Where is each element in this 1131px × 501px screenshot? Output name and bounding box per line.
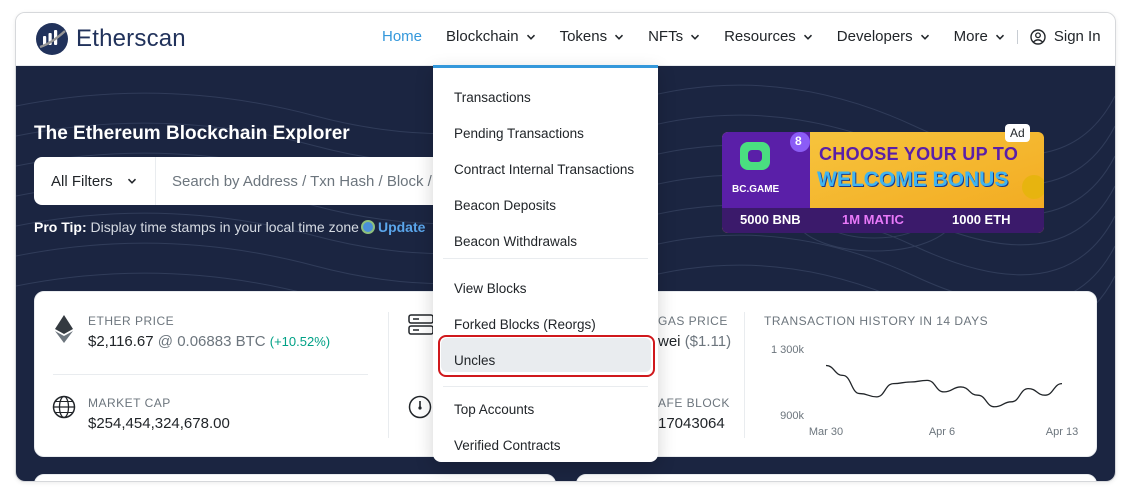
menu-item-forked-blocks-reorgs[interactable]: Forked Blocks (Reorgs): [454, 317, 596, 332]
nav-blockchain-label: Blockchain: [446, 28, 519, 45]
ethereum-icon: [55, 315, 73, 343]
chevron-down-icon: [526, 34, 535, 40]
menu-item-view-blocks[interactable]: View Blocks: [454, 281, 527, 296]
top-navbar: Etherscan Home Blockchain Tokens NFTs Re…: [16, 13, 1115, 66]
nav-nfts[interactable]: NFTs: [648, 28, 700, 45]
filter-select[interactable]: All Filters: [34, 157, 156, 205]
globe-icon: [52, 395, 76, 419]
nav-resources[interactable]: Resources: [724, 28, 813, 45]
filter-select-label: All Filters: [51, 172, 113, 190]
safe-block-label: AFE BLOCK: [658, 396, 730, 410]
nav-home-label: Home: [382, 28, 423, 45]
ad-count: 8: [795, 134, 802, 148]
menu-separator: [443, 258, 648, 259]
sign-in-label: Sign In: [1053, 28, 1101, 45]
ad-banner[interactable]: 8 BC.GAME CHOOSE YOUR UP TO WELCOME BONU…: [722, 132, 1044, 233]
gas-price-label: GAS PRICE: [658, 314, 728, 328]
chevron-down-icon: [803, 34, 812, 40]
ad-brand: BC.GAME: [732, 184, 780, 195]
nav-developers-label: Developers: [836, 28, 913, 45]
ad-badge: Ad: [1005, 124, 1030, 142]
ether-price-value-row: $2,116.67 @ 0.06883 BTC (+10.52%): [88, 333, 330, 350]
speedometer-icon: [408, 395, 432, 419]
menu-separator: [443, 386, 648, 387]
y-tick-label: 1 300k: [771, 344, 805, 356]
divider: [388, 312, 389, 438]
divider: [744, 312, 745, 438]
ether-price-change: (+10.52%): [269, 334, 331, 349]
ad-headline-2: WELCOME BONUS: [817, 168, 1009, 191]
pro-tip-label: Pro Tip:: [34, 219, 87, 235]
menu-item-top-accounts[interactable]: Top Accounts: [454, 402, 534, 417]
search-input[interactable]: [156, 172, 436, 190]
safe-block-stat: AFE BLOCK 17043064: [658, 396, 730, 432]
browser-frame: Etherscan Home Blockchain Tokens NFTs Re…: [15, 12, 1116, 482]
hero-title: The Ethereum Blockchain Explorer: [34, 123, 350, 144]
menu-item-contract-internal-transactions[interactable]: Contract Internal Transactions: [454, 162, 634, 177]
menu-item-pending-transactions[interactable]: Pending Transactions: [454, 126, 584, 141]
x-tick-label: Apr 6: [929, 426, 955, 438]
market-cap-value: $254,454,324,678.00: [88, 415, 230, 432]
nav-developers[interactable]: Developers: [837, 28, 930, 45]
ether-price-value: $2,116.67: [88, 333, 154, 350]
brand-name: Etherscan: [76, 25, 186, 52]
nav-home[interactable]: Home: [382, 28, 422, 45]
nav-separator: [1016, 29, 1018, 44]
y-tick-label: 900k: [780, 410, 804, 422]
menu-item-beacon-deposits[interactable]: Beacon Deposits: [454, 198, 556, 213]
transaction-history-chart: 1 300k 900k Mar 30 Apr 6 Apr 13: [771, 344, 1078, 438]
etherscan-logo-icon: [36, 23, 68, 55]
menu-item-transactions[interactable]: Transactions: [454, 90, 531, 105]
search-bar: All Filters: [34, 157, 454, 205]
x-tick-label: Mar 30: [809, 426, 843, 438]
nav-blockchain[interactable]: Blockchain: [446, 28, 536, 45]
nav-nfts-label: NFTs: [648, 28, 684, 45]
nav-resources-label: Resources: [724, 28, 796, 45]
nav-more-label: More: [953, 28, 988, 45]
divider: [53, 374, 368, 375]
ether-btc-value: @ 0.06883 BTC: [157, 333, 266, 350]
nav-tokens[interactable]: Tokens: [560, 28, 625, 45]
ad-offer-1: 5000 BNB: [740, 212, 801, 227]
chevron-down-icon: [615, 34, 624, 40]
blockchain-dropdown-menu: Transactions Pending Transactions Contract…: [433, 65, 658, 462]
pro-tip: Pro Tip: Display time stamps in your loc…: [34, 219, 425, 235]
main-nav: Home Blockchain Tokens NFTs Resources De…: [382, 28, 1101, 45]
menu-item-uncles[interactable]: Uncles: [454, 353, 495, 368]
series-line: [825, 364, 1063, 408]
chevron-down-icon: [691, 34, 700, 40]
x-tick-label: Apr 13: [1046, 426, 1078, 438]
gas-price-stat: GAS PRICE wei ($1.11): [658, 314, 731, 350]
safe-block-value: 17043064: [658, 415, 725, 432]
menu-item-verified-contracts[interactable]: Verified Contracts: [454, 438, 561, 453]
gas-price-value-row: wei ($1.11): [658, 333, 731, 350]
chevron-down-icon: [920, 34, 929, 40]
ad-offer-3: 1000 ETH: [952, 212, 1011, 227]
sign-in-link[interactable]: Sign In: [1030, 28, 1101, 45]
ether-price-label: ETHER PRICE: [88, 314, 175, 328]
ad-headline-1: CHOOSE YOUR UP TO: [819, 144, 1019, 164]
latest-transactions-card: [576, 474, 1097, 481]
pro-tip-text: Display time stamps in your local time z…: [90, 219, 359, 235]
chevron-down-icon: [127, 178, 136, 184]
etherscan-logo[interactable]: Etherscan: [34, 21, 186, 57]
globe-icon: [360, 220, 375, 234]
market-cap-stat: MARKET CAP $254,454,324,678.00: [88, 396, 230, 432]
gas-price-usd: ($1.11): [684, 333, 732, 350]
server-icon: [408, 314, 434, 335]
gas-price-value: wei: [658, 333, 681, 350]
chevron-down-icon: [995, 34, 1004, 40]
ad-offer-2: 1M MATIC: [842, 212, 904, 227]
update-link[interactable]: Update: [378, 219, 425, 235]
nav-tokens-label: Tokens: [559, 28, 608, 45]
menu-item-beacon-withdrawals[interactable]: Beacon Withdrawals: [454, 234, 577, 249]
latest-blocks-card: [34, 474, 556, 481]
chart-title: TRANSACTION HISTORY IN 14 DAYS: [764, 314, 989, 328]
market-cap-label: MARKET CAP: [88, 396, 171, 410]
user-circle-icon: [1030, 28, 1046, 45]
ether-price-stat: ETHER PRICE $2,116.67 @ 0.06883 BTC (+10…: [88, 314, 330, 350]
nav-more[interactable]: More: [954, 28, 1005, 45]
